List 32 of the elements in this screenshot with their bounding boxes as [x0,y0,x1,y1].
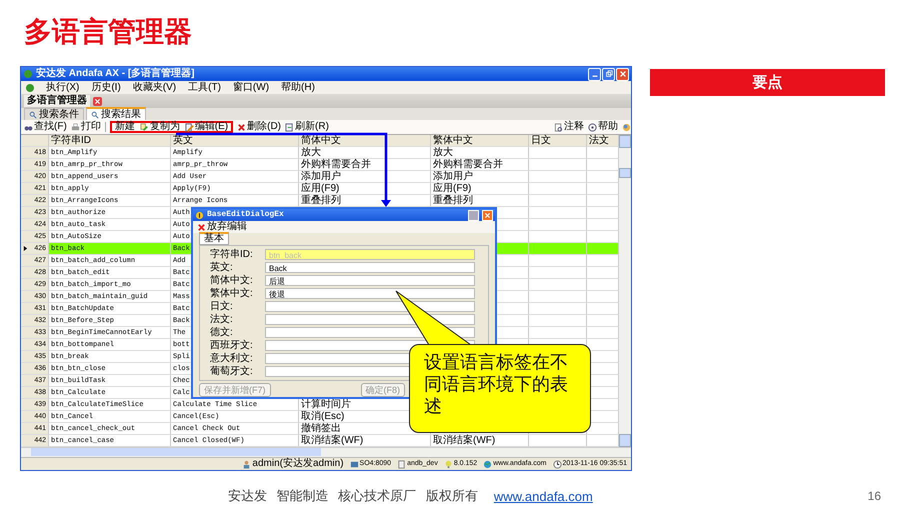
table-cell: 放大 [433,146,453,158]
field-label: 字符串ID: [210,248,254,260]
slide-title: 多语言管理器 [24,15,192,49]
table-cell: 添加用户 [433,170,473,182]
window-title: 安达发 Andafa AX - [多语言管理器] [36,68,195,80]
table-cell: 撤销签出 [301,422,341,434]
table-cell-text: 应用(F9) [301,182,340,194]
field-label: 日文: [210,300,234,312]
table-cell: 外购料需要合并 [301,158,371,170]
field-label: 西班牙文: [210,340,254,352]
field-label: 法文: [210,314,234,326]
field-label: 繁体中文: [210,288,254,300]
field-label: 简体中文: [210,274,254,286]
dialog-title: BaseEditDialogEx [207,209,284,220]
field-label: 英文: [210,262,234,274]
table-cell-text: 应用(F9) [433,182,472,194]
status-text: admin(安达发admin) [252,458,344,470]
section-banner: 要点 [650,69,885,96]
table-cell-text: 取消(Esc) [301,410,344,422]
table-cell: 放大 [301,146,321,158]
footer-text: 安达发 智能制造 核心技术原厂 版权所有 [228,487,478,505]
table-cell: 外购料需要合并 [433,158,503,170]
table-cell: 计算时间片 [301,398,351,410]
table-cell: 添加用户 [301,170,341,182]
table-cell: 取消结案(WF) [433,434,496,446]
field-label: 意大利文: [210,352,254,364]
field-label: 德文: [210,326,234,338]
field-label: 葡萄牙文: [210,366,254,378]
table-cell: 重叠排列 [301,194,341,206]
table-cell: 重叠排列 [433,194,473,206]
page-number: 16 [868,489,881,503]
table-cell: 取消结案(WF) [301,434,364,446]
